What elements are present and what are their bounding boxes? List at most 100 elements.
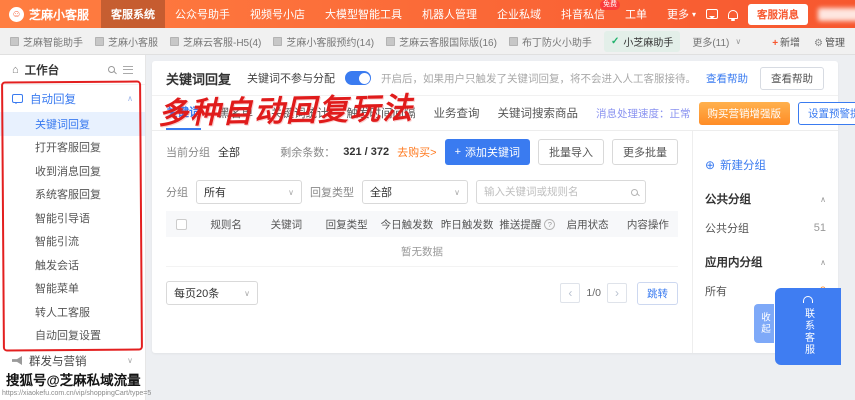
go-buy-link[interactable]: 去购买> bbox=[397, 144, 436, 160]
next-page-button[interactable]: › bbox=[607, 283, 627, 303]
workspace-tab-active[interactable]: ✓小芝麻助手 bbox=[604, 31, 680, 52]
col-enabled-status: 启用状态 bbox=[558, 217, 618, 232]
search-icon[interactable] bbox=[108, 66, 115, 73]
watermark-text: 搜狐号@芝麻私域流量 bbox=[6, 369, 141, 389]
app-groups-section[interactable]: 应用内分组 ∧ bbox=[705, 254, 826, 270]
nav-item-enterprise[interactable]: 企业私域 bbox=[487, 0, 551, 28]
plus-icon: + bbox=[772, 38, 778, 49]
workspace-tab-5[interactable]: 芝麻云客服国际版(16) bbox=[386, 34, 497, 49]
keyword-list-area: 当前分组 全部 剩余条数： 321 / 372 去购买> +添加关键词 批量导入… bbox=[152, 131, 692, 353]
sidebar-item-trigger-session[interactable]: 触发会话 bbox=[0, 253, 145, 277]
home-icon: ⌂ bbox=[12, 64, 19, 76]
sidebar-item-open-chat-reply[interactable]: 打开客服回复 bbox=[0, 136, 145, 160]
caret-down-icon: ∨ bbox=[735, 37, 741, 46]
view-help-button[interactable]: 查看帮助 bbox=[760, 67, 824, 90]
app-icon bbox=[273, 37, 282, 46]
tab-keyword-search-goods[interactable]: 关键词搜索商品 bbox=[498, 96, 579, 130]
topbar-right: 客服消息 7 vip 0 bbox=[706, 4, 855, 25]
new-group-button[interactable]: ⊕ 新建分组 bbox=[705, 157, 826, 173]
add-keyword-button[interactable]: +添加关键词 bbox=[445, 139, 530, 165]
caret-down-icon: ∨ bbox=[127, 356, 133, 365]
more-batch-button[interactable]: 更多批量 bbox=[612, 139, 678, 165]
sidebar-item-auto-reply-settings[interactable]: 自动回复设置 bbox=[0, 324, 145, 348]
tab-blacklist[interactable]: 黑名单 bbox=[219, 96, 254, 130]
keyword-search-input[interactable] bbox=[484, 186, 631, 198]
contact-service-button[interactable]: 联系客服 bbox=[775, 288, 841, 365]
nav-item-video-shop[interactable]: 视频号小店 bbox=[240, 0, 315, 28]
workspace-tab-6[interactable]: 布丁防火小助手 bbox=[509, 34, 592, 49]
sidebar-item-keyword-reply[interactable]: 关键词回复 bbox=[0, 112, 145, 136]
sidebar-section-auto-reply[interactable]: 自动回复 ∧ bbox=[0, 85, 145, 112]
bell-icon[interactable] bbox=[728, 10, 738, 19]
floating-buttons: 收起 联系客服 bbox=[754, 288, 855, 365]
kefu-message-button[interactable]: 客服消息 bbox=[748, 4, 808, 25]
no-assign-toggle[interactable] bbox=[345, 71, 371, 85]
batch-import-button[interactable]: 批量导入 bbox=[538, 139, 604, 165]
workspace-tab-1[interactable]: 芝麻智能助手 bbox=[10, 34, 83, 49]
collapse-button[interactable]: 收起 bbox=[754, 304, 774, 343]
manage-workspaces-button[interactable]: ⚙管理 bbox=[814, 34, 845, 49]
headset-icon bbox=[803, 296, 813, 303]
sidebar-item-smart-guide[interactable]: 智能引导语 bbox=[0, 206, 145, 230]
group-filter-label: 分组 bbox=[166, 184, 188, 200]
menu-toggle-icon[interactable] bbox=[123, 66, 133, 74]
sidebar-item-workbench[interactable]: ⌂ 工作台 bbox=[0, 55, 145, 85]
account-name-blurred bbox=[818, 8, 855, 21]
message-icon[interactable] bbox=[706, 9, 718, 19]
sidebar-item-received-msg-reply[interactable]: 收到消息回复 bbox=[0, 159, 145, 183]
tab-keyword-stats[interactable]: 关键词统计 bbox=[271, 96, 329, 130]
nav-item-kefu-system[interactable]: 客服系统 bbox=[101, 0, 165, 28]
nav-item-official-account[interactable]: 公众号助手 bbox=[165, 0, 240, 28]
sidebar-item-smart-diversion[interactable]: 智能引流 bbox=[0, 230, 145, 254]
sidebar: ⌂ 工作台 自动回复 ∧ 关键词回复 打开客服回复 收到消息回复 系统客服回复 … bbox=[0, 55, 146, 400]
app-icon bbox=[386, 37, 395, 46]
reply-type-select[interactable]: 全部∨ bbox=[362, 180, 468, 204]
page-url-text: https://xiaokefu.com.cn/vip/shoppingCart… bbox=[2, 390, 151, 397]
main-panel: 关键词回复 关键词不参与分配 开启后，如果用户只触发了关键词回复，将不会进入人工… bbox=[152, 61, 838, 353]
search-icon[interactable] bbox=[631, 189, 638, 196]
group-filter-select[interactable]: 所有∨ bbox=[196, 180, 302, 204]
page-indicator: 1/0 bbox=[586, 287, 601, 299]
tab-business-query[interactable]: 业务查询 bbox=[434, 96, 480, 130]
logo-icon: ☺ bbox=[9, 7, 24, 22]
workspace-tab-4[interactable]: 芝麻小客服预约(14) bbox=[273, 34, 374, 49]
app-icon bbox=[10, 37, 19, 46]
sidebar-item-system-reply[interactable]: 系统客服回复 bbox=[0, 183, 145, 207]
select-all-checkbox[interactable] bbox=[176, 219, 187, 230]
hint-help-link[interactable]: 查看帮助 bbox=[706, 71, 748, 86]
keyword-search-box[interactable] bbox=[476, 180, 646, 204]
question-icon[interactable]: ? bbox=[544, 219, 555, 230]
jump-to-page-button[interactable]: 跳转 bbox=[637, 282, 678, 305]
workspace-tab-3[interactable]: 芝麻云客服-H5(4) bbox=[170, 34, 261, 49]
pagination: 每页20条∨ ‹ 1/0 › 跳转 bbox=[166, 281, 678, 305]
buy-marketing-plus-button[interactable]: 购买营销增强版 bbox=[699, 102, 791, 125]
workspace-tab-more[interactable]: 更多(11)∨ bbox=[692, 34, 741, 49]
nav-item-robot-mgmt[interactable]: 机器人管理 bbox=[412, 0, 487, 28]
current-group-value[interactable]: 全部 bbox=[218, 144, 240, 160]
set-alert-button[interactable]: 设置预警提醒 bbox=[798, 102, 855, 125]
sidebar-item-to-human[interactable]: 转人工客服 bbox=[0, 300, 145, 324]
nav-item-more[interactable]: 更多 ▾ bbox=[657, 0, 706, 28]
filter-row: 分组 所有∨ 回复类型 全部∨ bbox=[166, 173, 678, 211]
col-content-actions: 内容操作 bbox=[618, 217, 678, 232]
col-yesterday-triggers: 昨日触发数 bbox=[437, 217, 497, 232]
app-icon bbox=[170, 37, 179, 46]
account-area[interactable]: 7 vip 0 bbox=[818, 8, 855, 21]
page-size-select[interactable]: 每页20条∨ bbox=[166, 281, 258, 305]
app-title: 芝麻小客服 bbox=[29, 6, 89, 23]
group-item-public[interactable]: 公共分组 51 bbox=[705, 220, 826, 236]
workspace-tab-2[interactable]: 芝麻小客服 bbox=[95, 34, 158, 49]
tab-trigger-interval[interactable]: 触发时间间隔 bbox=[347, 96, 416, 130]
caret-up-icon: ∧ bbox=[820, 195, 826, 204]
nav-item-douyin-dm[interactable]: 抖音私信 免费 bbox=[551, 0, 615, 28]
public-groups-section[interactable]: 公共分组 ∧ bbox=[705, 191, 826, 207]
caret-down-icon: ∨ bbox=[288, 188, 294, 197]
app-logo[interactable]: ☺ 芝麻小客服 bbox=[0, 6, 101, 23]
nav-item-workorder[interactable]: 工单 bbox=[615, 0, 657, 28]
sidebar-item-smart-menu[interactable]: 智能菜单 bbox=[0, 277, 145, 301]
tab-keyword[interactable]: 关键词 bbox=[166, 96, 201, 130]
caret-up-icon: ∧ bbox=[127, 94, 133, 103]
nav-item-llm-tools[interactable]: 大模型智能工具 bbox=[315, 0, 412, 28]
add-workspace-button[interactable]: +新增 bbox=[772, 34, 800, 49]
prev-page-button[interactable]: ‹ bbox=[560, 283, 580, 303]
